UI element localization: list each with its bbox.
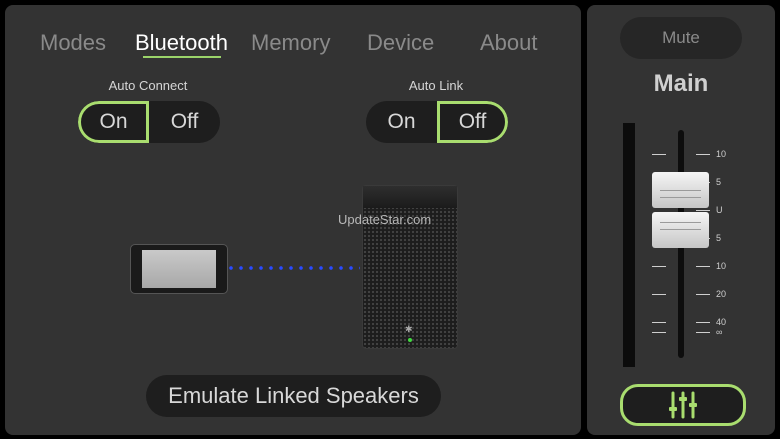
- bluetooth-connection-dots: [226, 266, 360, 270]
- sliders-icon: [669, 391, 697, 419]
- speaker-icon: ✱: [362, 185, 458, 349]
- fader-knob-bottom: [652, 212, 709, 248]
- fader-knob[interactable]: [652, 172, 709, 248]
- tab-about[interactable]: About: [480, 30, 538, 56]
- auto-connect-off-button[interactable]: Off: [149, 101, 220, 143]
- fader-knob-line: [660, 222, 701, 223]
- scale-label: 5: [716, 177, 722, 187]
- tab-memory[interactable]: Memory: [251, 30, 330, 56]
- scale-tick: [652, 154, 666, 155]
- auto-link-off-button[interactable]: Off: [437, 101, 508, 143]
- auto-link-label: Auto Link: [408, 78, 464, 93]
- tab-bluetooth[interactable]: Bluetooth: [135, 30, 228, 56]
- auto-link-on-button[interactable]: On: [366, 101, 437, 143]
- main-panel: [5, 5, 581, 435]
- tab-device[interactable]: Device: [367, 30, 434, 56]
- scale-tick: [652, 332, 666, 333]
- auto-connect-label: Auto Connect: [108, 78, 188, 93]
- scale-label: 10: [716, 261, 727, 271]
- scale-tick: [652, 322, 666, 323]
- scale-tick: [652, 294, 666, 295]
- emulate-linked-speakers-button[interactable]: Emulate Linked Speakers: [146, 375, 441, 417]
- scale-tick: [696, 294, 710, 295]
- fader-knob-top: [652, 172, 709, 208]
- scale-label: U: [716, 205, 723, 215]
- phone-icon: [130, 244, 228, 294]
- scale-label: 5: [716, 233, 722, 243]
- scale-tick: [696, 332, 710, 333]
- scale-label: 40: [716, 317, 727, 327]
- auto-connect-toggle: On Off: [78, 101, 220, 143]
- auto-connect-on-button[interactable]: On: [78, 101, 149, 143]
- tab-bar: Modes Bluetooth Memory Device About: [0, 30, 576, 64]
- active-tab-indicator: [143, 56, 221, 58]
- tab-modes[interactable]: Modes: [40, 30, 106, 56]
- speaker-top: [363, 186, 457, 208]
- scale-tick: [696, 266, 710, 267]
- scale-label: ∞: [716, 327, 723, 337]
- speaker-logo-icon: ✱: [405, 324, 413, 334]
- auto-link-toggle: On Off: [366, 101, 508, 143]
- scale-label: 10: [716, 149, 727, 159]
- level-meter: [623, 123, 635, 367]
- fader-knob-line: [660, 229, 701, 230]
- mute-button[interactable]: Mute: [620, 17, 742, 59]
- scale-tick: [696, 154, 710, 155]
- watermark: UpdateStar.com: [338, 212, 432, 227]
- fader-knob-line: [660, 197, 701, 198]
- channel-name: Main: [653, 70, 709, 97]
- scale-tick: [652, 266, 666, 267]
- scale-label: 20: [716, 289, 727, 299]
- scale-tick: [696, 322, 710, 323]
- phone-screen: [142, 250, 216, 288]
- fader-knob-line: [660, 190, 701, 191]
- speaker-led-icon: [408, 338, 412, 342]
- eq-settings-button[interactable]: [620, 384, 746, 426]
